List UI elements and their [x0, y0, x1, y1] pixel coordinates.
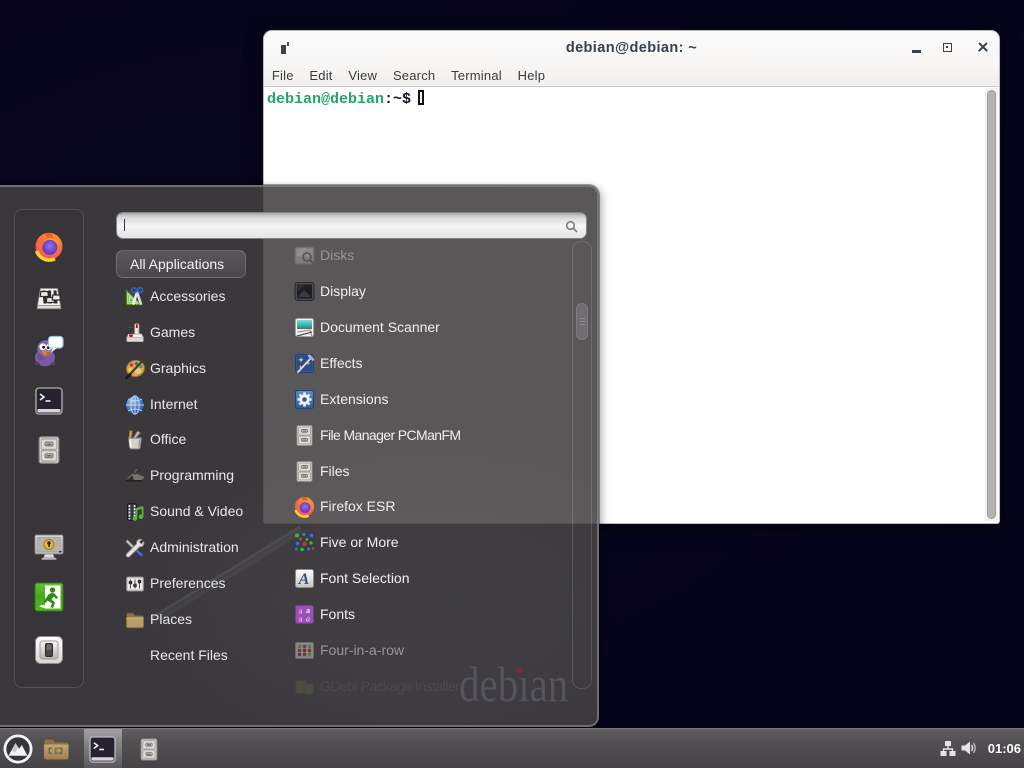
- svg-text:a: a: [299, 615, 303, 624]
- svg-text:a: a: [306, 615, 310, 624]
- svg-text:A: A: [298, 571, 310, 588]
